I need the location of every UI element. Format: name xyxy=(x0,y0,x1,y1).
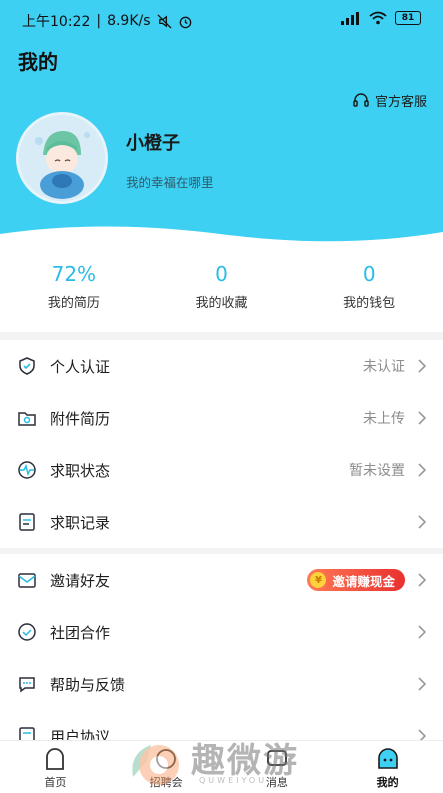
menu-item-job-status[interactable]: 求职状态 暂未设置 xyxy=(0,444,443,496)
stat-value: 0 xyxy=(215,262,228,286)
invite-badge-label: 邀请赚现金 xyxy=(332,573,395,589)
stat-resume[interactable]: 72% 我的简历 xyxy=(0,252,148,332)
header-wave xyxy=(0,226,443,252)
chevron-right-icon xyxy=(418,677,427,691)
chevron-right-icon xyxy=(418,411,427,425)
menu-item-label: 附件简历 xyxy=(50,409,111,428)
stat-label: 我的钱包 xyxy=(343,296,396,311)
menu-item-club-cooperation[interactable]: 社团合作 xyxy=(0,606,443,658)
handshake-icon xyxy=(16,621,38,643)
stats-bar: 72% 我的简历 0 我的收藏 0 我的钱包 xyxy=(0,252,443,332)
menu-item-label: 求职记录 xyxy=(50,513,111,532)
profile-icon xyxy=(375,746,401,772)
document-icon xyxy=(16,511,38,533)
invite-cash-badge[interactable]: ¥ 邀请赚现金 xyxy=(307,569,405,591)
wifi-icon xyxy=(369,11,387,25)
home-icon xyxy=(42,746,68,772)
alarm-icon xyxy=(179,16,191,28)
headset-icon xyxy=(353,92,369,107)
stat-label: 我的简历 xyxy=(47,296,100,311)
menu-item-verification[interactable]: 个人认证 未认证 xyxy=(0,340,443,392)
username: 小橙子 xyxy=(126,133,180,154)
chevron-right-icon xyxy=(418,573,427,587)
message-icon xyxy=(264,746,290,772)
menu-item-label: 帮助与反馈 xyxy=(50,675,126,694)
envelope-icon xyxy=(16,569,38,591)
menu-item-help-feedback[interactable]: 帮助与反馈 xyxy=(0,658,443,710)
tab-label: 我的 xyxy=(376,776,399,789)
customer-service-button[interactable]: 官方客服 xyxy=(352,91,427,110)
page-title: 我的 xyxy=(18,50,58,74)
menu-item-label: 求职状态 xyxy=(50,461,111,480)
tab-label: 首页 xyxy=(44,776,67,789)
tab-home[interactable]: 首页 xyxy=(0,741,111,793)
chevron-right-icon xyxy=(418,625,427,639)
signal-icon xyxy=(341,12,359,25)
tab-mine[interactable]: 我的 xyxy=(332,741,443,793)
menu-item-label: 邀请好友 xyxy=(50,571,111,590)
stat-label: 我的收藏 xyxy=(195,296,248,311)
menu-item-job-records[interactable]: 求职记录 xyxy=(0,496,443,548)
shield-check-icon xyxy=(16,355,38,377)
menu-item-value: 未上传 xyxy=(363,411,405,427)
folder-icon xyxy=(16,407,38,429)
stat-value: 0 xyxy=(362,262,376,286)
customer-service-label: 官方客服 xyxy=(374,95,427,110)
bottom-tab-bar: 首页 招聘会 消息 我的 xyxy=(0,740,443,793)
chat-icon xyxy=(16,673,38,695)
avatar-illustration xyxy=(19,115,105,201)
chevron-right-icon xyxy=(418,359,427,373)
mute-icon xyxy=(157,13,172,29)
fair-icon xyxy=(153,746,179,772)
stat-value: 72% xyxy=(51,262,97,286)
tab-label: 招聘会 xyxy=(149,776,183,789)
stat-wallet[interactable]: 0 我的钱包 xyxy=(295,252,443,332)
tab-job-fair[interactable]: 招聘会 xyxy=(111,741,222,793)
battery-icon: 81 xyxy=(395,11,421,25)
menu-item-label: 个人认证 xyxy=(50,357,111,376)
menu-item-invite-friends[interactable]: 邀请好友 ¥ 邀请赚现金 xyxy=(0,554,443,606)
menu-item-value: 未认证 xyxy=(363,359,405,375)
profile-header: 上午10:22 | 8.9K/s 81 我的 官方客服 小橙子 我的幸福在哪里 xyxy=(0,0,443,252)
chevron-right-icon xyxy=(418,515,427,529)
status-bar: 上午10:22 | 8.9K/s 81 xyxy=(0,0,443,40)
menu-item-value: 暂未设置 xyxy=(349,463,405,479)
tab-messages[interactable]: 消息 xyxy=(222,741,333,793)
coin-icon: ¥ xyxy=(310,572,327,588)
menu-group-more: 邀请好友 ¥ 邀请赚现金 社团合作 帮助与反馈 用户协议 xyxy=(0,554,443,762)
menu-item-label: 社团合作 xyxy=(50,623,111,642)
chevron-right-icon xyxy=(418,463,427,477)
status-net-speed: 8.9K/s xyxy=(107,13,151,29)
menu-group-account: 个人认证 未认证 附件简历 未上传 求职状态 暂未设置 求职记录 xyxy=(0,340,443,548)
tab-label: 消息 xyxy=(265,776,288,789)
menu-item-attachment-resume[interactable]: 附件简历 未上传 xyxy=(0,392,443,444)
pulse-icon xyxy=(16,459,38,481)
status-time: 上午10:22 xyxy=(22,14,91,30)
stat-favorites[interactable]: 0 我的收藏 xyxy=(148,252,296,332)
avatar[interactable] xyxy=(16,112,108,204)
profile-motto: 我的幸福在哪里 xyxy=(126,175,214,190)
